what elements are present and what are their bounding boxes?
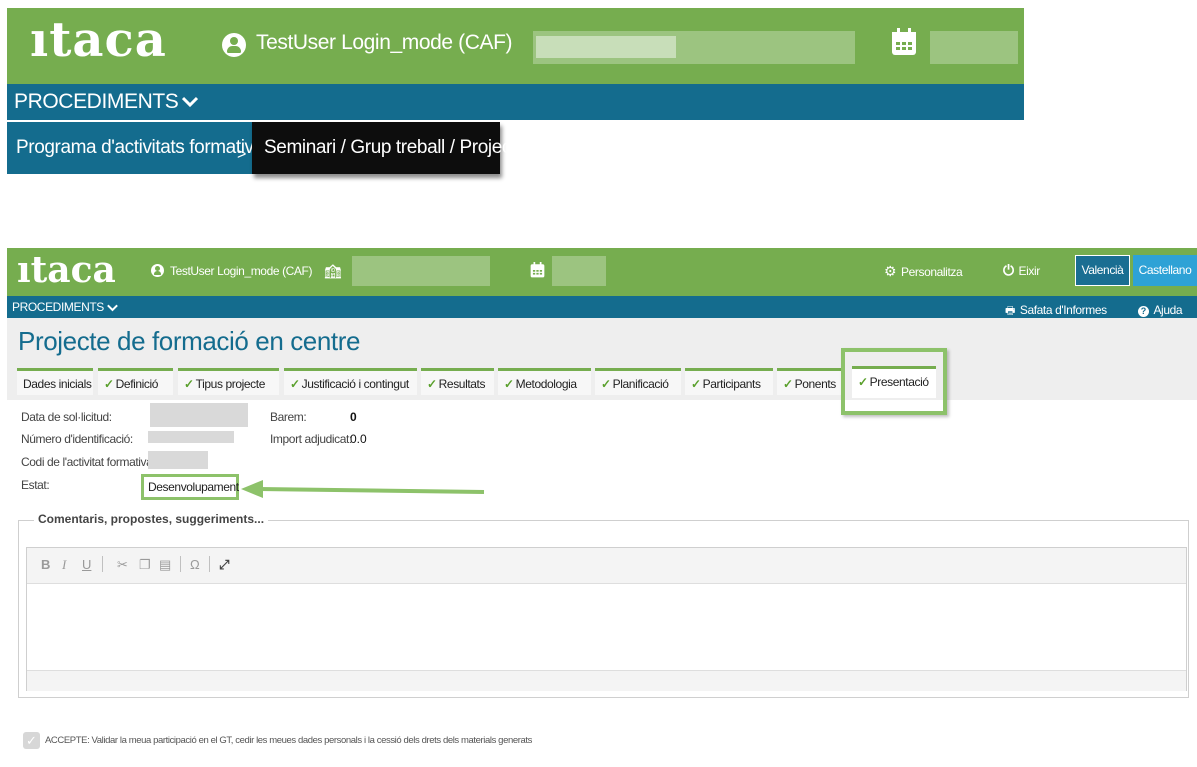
barem-label: Barem: bbox=[270, 410, 307, 424]
comments-legend: Comentaris, propostes, suggeriments... bbox=[34, 512, 269, 526]
special-char-icon[interactable]: Ω bbox=[190, 557, 200, 572]
page-title: Projecte de formació en centre bbox=[18, 326, 361, 356]
import-adjudicat-label: Import adjudicat: bbox=[270, 432, 352, 446]
breadcrumb-label-2: Seminari / Grup treball / Projecte bbox=[264, 137, 527, 158]
tab-highlight-box bbox=[841, 348, 947, 415]
tab-label: Dades inicials bbox=[23, 377, 92, 391]
tab-metodologia[interactable]: ✓ Metodologia bbox=[498, 368, 591, 395]
gear-icon: ⚙ bbox=[884, 263, 897, 279]
printer-icon: 🖶︎ bbox=[1005, 305, 1016, 317]
check-icon: ✓ bbox=[427, 377, 437, 391]
tab-label: Metodologia bbox=[515, 377, 577, 391]
check-icon: ✓ bbox=[504, 377, 514, 391]
tab-resultats[interactable]: ✓ Resultats bbox=[421, 368, 494, 395]
chevron-down-icon bbox=[107, 301, 118, 315]
estat-label: Estat: bbox=[21, 478, 50, 492]
tab-planificacio[interactable]: ✓ Planificació bbox=[595, 368, 681, 395]
check-icon: ✓ bbox=[104, 377, 114, 391]
toolbar-separator bbox=[102, 556, 103, 572]
tab-label: Definició bbox=[115, 377, 159, 391]
paste-icon[interactable]: ▤ bbox=[159, 557, 171, 573]
chevron-right-icon: > bbox=[237, 146, 247, 163]
personalize-link[interactable]: ⚙ Personalitza bbox=[884, 263, 963, 281]
codi-activitat-label: Codi de l'activitat formativa: bbox=[21, 455, 156, 469]
lang-castellano-button[interactable]: Castellano bbox=[1133, 255, 1197, 286]
tab-label: Ponents bbox=[794, 377, 837, 391]
check-icon: ✓ bbox=[691, 377, 701, 391]
accept-checkbox[interactable]: ✓ bbox=[23, 732, 40, 749]
barem-value: 0 bbox=[350, 410, 357, 424]
exit-label: Eixir bbox=[1018, 264, 1041, 278]
tab-dades-inicials[interactable]: Dades inicials bbox=[17, 368, 93, 395]
help-label: Ajuda bbox=[1153, 303, 1183, 317]
redacted-number bbox=[148, 431, 234, 443]
tab-label: Justificació i contingut bbox=[301, 377, 410, 391]
toolbar-separator bbox=[180, 556, 181, 572]
exit-link[interactable]: ⏻ Eixir bbox=[1003, 262, 1040, 280]
menu-label: PROCEDIMENTS bbox=[14, 90, 179, 113]
breadcrumb-label-1: Programa d'activitats formatives bbox=[16, 137, 273, 158]
redacted-info bbox=[352, 256, 490, 286]
user-icon bbox=[222, 33, 246, 57]
tab-label: Planificació bbox=[612, 377, 669, 391]
app-user-name: TestUser Login_mode (CAF) bbox=[170, 264, 313, 278]
top-procediments-menu[interactable]: PROCEDIMENTS bbox=[14, 90, 199, 114]
school-icon[interactable]: 🏫︎ bbox=[324, 263, 342, 280]
tab-label: Tipus projecte bbox=[195, 377, 266, 391]
toolbar-separator bbox=[209, 556, 210, 572]
check-icon: ✓ bbox=[601, 377, 611, 391]
power-icon: ⏻ bbox=[1003, 262, 1015, 278]
tab-definicio[interactable]: ✓ Definició bbox=[98, 368, 173, 395]
bold-icon[interactable]: B bbox=[41, 557, 50, 572]
help-icon: ? bbox=[1138, 306, 1149, 317]
personalize-label: Personalitza bbox=[901, 265, 963, 279]
estat-value: Desenvolupament bbox=[141, 474, 239, 500]
annotation-arrow bbox=[239, 477, 487, 508]
redacted-code bbox=[148, 451, 208, 469]
calendar-icon[interactable] bbox=[530, 262, 545, 278]
calendar-icon[interactable] bbox=[891, 28, 917, 56]
itaca-logo: ıtaca bbox=[17, 249, 116, 291]
underline-icon[interactable]: U bbox=[82, 557, 91, 572]
import-adjudicat-value: 0.0 bbox=[350, 432, 367, 446]
redacted-info bbox=[930, 31, 1018, 64]
app-procediments-menu[interactable]: PROCEDIMENTS bbox=[12, 300, 118, 315]
tab-tipus-projecte[interactable]: ✓ Tipus projecte bbox=[178, 368, 279, 395]
accept-label: ACCEPTE: Validar la meua participació en… bbox=[45, 735, 532, 746]
tab-justificacio[interactable]: ✓ Justificació i contingut bbox=[284, 368, 417, 395]
chevron-down-icon bbox=[182, 90, 199, 114]
redacted-info bbox=[536, 36, 676, 58]
italic-icon[interactable]: I bbox=[62, 557, 66, 573]
top-user-name: TestUser Login_mode (CAF) bbox=[256, 31, 513, 54]
maximize-icon[interactable]: ⤢ bbox=[219, 557, 229, 573]
tab-ponents[interactable]: ✓ Ponents bbox=[777, 368, 845, 395]
menu-label: PROCEDIMENTS bbox=[12, 300, 104, 314]
tab-label: Participants bbox=[702, 377, 761, 391]
user-icon bbox=[151, 264, 164, 277]
check-icon: ✓ bbox=[184, 377, 194, 391]
itaca-logo: ıtaca bbox=[30, 12, 167, 68]
editor-toolbar bbox=[27, 548, 1186, 584]
redacted-date bbox=[150, 403, 248, 427]
reports-label: Safata d'Informes bbox=[1019, 303, 1107, 317]
check-icon: ✓ bbox=[290, 377, 300, 391]
tab-participants[interactable]: ✓ Participants bbox=[685, 368, 773, 395]
tab-label: Resultats bbox=[438, 377, 486, 391]
numero-identificacio-label: Número d'identificació: bbox=[21, 432, 133, 446]
help-link[interactable]: ? Ajuda bbox=[1138, 301, 1183, 319]
editor-status-bar bbox=[27, 670, 1186, 691]
cut-icon[interactable]: ✂︎ bbox=[117, 557, 128, 573]
editor-text-area[interactable] bbox=[28, 584, 1185, 669]
lang-valencia-button[interactable]: Valencià bbox=[1075, 255, 1130, 286]
redacted-info bbox=[552, 256, 606, 286]
check-icon: ✓ bbox=[783, 377, 793, 391]
copy-icon[interactable]: ❐ bbox=[139, 557, 151, 573]
data-sollicitud-label: Data de sol·licitud: bbox=[21, 410, 112, 424]
